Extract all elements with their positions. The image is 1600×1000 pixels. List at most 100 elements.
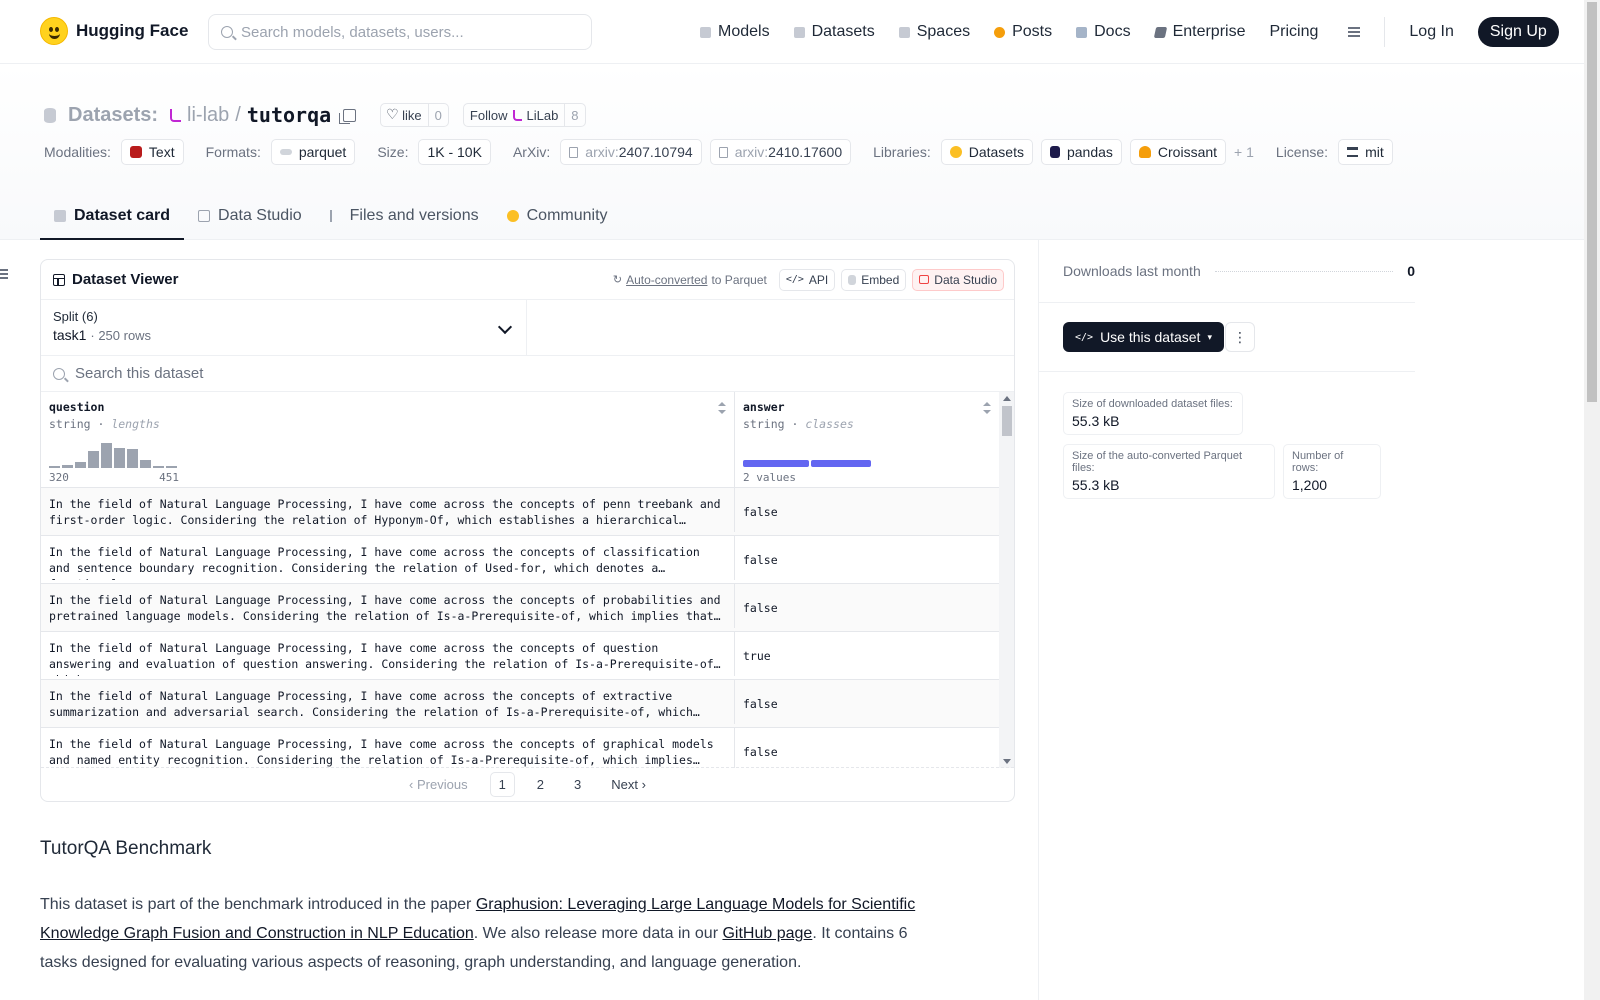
cell-answer[interactable]: false: [735, 728, 999, 768]
arxiv-chip[interactable]: arxiv:2407.10794: [560, 139, 702, 165]
histogram-range: 320 451: [49, 471, 179, 484]
library-chip-croissant[interactable]: Croissant: [1129, 139, 1227, 165]
histogram-bar: [101, 443, 112, 468]
table-header: question string · lengths 320 451 answer …: [41, 392, 999, 488]
page-scrollbar-thumb[interactable]: [1587, 2, 1597, 402]
nav-models[interactable]: Models: [700, 23, 770, 41]
chevron-down-icon: ▾: [1207, 331, 1212, 342]
nav-spaces[interactable]: Spaces: [898, 23, 970, 41]
more-menu-icon[interactable]: [1342, 26, 1361, 38]
search-icon: [221, 26, 233, 38]
global-search-input[interactable]: [241, 23, 561, 41]
table-row[interactable]: In the field of Natural Language Process…: [41, 536, 999, 584]
datasets-icon: [793, 26, 805, 38]
tab-dataset-card[interactable]: Dataset card: [40, 194, 185, 240]
cell-question[interactable]: In the field of Natural Language Process…: [41, 680, 735, 724]
dataset-viewer: Dataset Viewer ↻ Auto-converted to Parqu…: [40, 259, 1015, 802]
library-chip-datasets[interactable]: Datasets: [940, 139, 1033, 165]
table-row[interactable]: In the field of Natural Language Process…: [41, 680, 999, 728]
cell-answer[interactable]: false: [735, 680, 999, 727]
page-scrollbar[interactable]: [1584, 0, 1600, 1000]
data-studio-button[interactable]: Data Studio: [912, 268, 1004, 291]
tab-label: Data Studio: [218, 207, 302, 224]
dataset-name[interactable]: tutorqa: [247, 103, 331, 127]
like-label: like: [402, 107, 422, 123]
table-row[interactable]: In the field of Natural Language Process…: [41, 488, 999, 536]
page-button[interactable]: 3: [566, 773, 589, 796]
library-chip-pandas[interactable]: pandas: [1040, 139, 1122, 165]
copy-icon[interactable]: [339, 108, 357, 124]
tab-files-and-versions[interactable]: Files and versions: [316, 194, 493, 240]
api-button[interactable]: </> API: [778, 268, 836, 291]
table-row[interactable]: In the field of Natural Language Process…: [41, 632, 999, 680]
login-link[interactable]: Log In: [1409, 23, 1453, 41]
org-link[interactable]: li-lab: [187, 104, 229, 127]
use-this-dataset-button[interactable]: </> Use this dataset ▾: [1063, 322, 1224, 352]
cell-answer[interactable]: false: [735, 488, 999, 535]
downloads-label: Downloads last month: [1063, 263, 1201, 279]
dataset-search[interactable]: [41, 356, 1014, 392]
nav-posts[interactable]: Posts: [994, 23, 1052, 41]
histogram-bar: [114, 448, 125, 468]
cell-question[interactable]: In the field of Natural Language Process…: [41, 488, 735, 532]
org-avatar-icon: [513, 109, 523, 121]
nav-enterprise[interactable]: Enterprise: [1153, 23, 1245, 41]
table-row[interactable]: In the field of Natural Language Process…: [41, 728, 999, 768]
cell-answer[interactable]: false: [735, 536, 999, 583]
license-chip[interactable]: mit: [1338, 139, 1393, 165]
scroll-down-icon[interactable]: [1003, 759, 1011, 764]
signup-button[interactable]: Sign Up: [1477, 17, 1559, 47]
table-scrollbar[interactable]: [999, 392, 1014, 768]
brand-logo[interactable]: Hugging Face: [40, 17, 188, 45]
stat-label: Size of downloaded dataset files:: [1072, 398, 1233, 410]
previous-page-button[interactable]: ‹ Previous: [401, 773, 476, 796]
datasets-section-label[interactable]: Datasets:: [68, 104, 158, 127]
column-header-answer[interactable]: answer string · classes 2 values: [735, 392, 999, 487]
split-dropdown[interactable]: Split (6) task1 · 250 rows: [41, 300, 527, 355]
kebab-icon: ⋮: [1233, 329, 1247, 345]
dataset-tabs: Dataset card Data Studio Files and versi…: [40, 194, 622, 240]
embed-button[interactable]: Embed: [841, 268, 907, 291]
more-options-button[interactable]: ⋮: [1225, 322, 1255, 352]
libraries-more[interactable]: + 1: [1234, 144, 1254, 160]
cell-question[interactable]: In the field of Natural Language Process…: [41, 632, 735, 676]
nav-pricing[interactable]: Pricing: [1269, 23, 1318, 41]
tab-community[interactable]: Community: [493, 194, 622, 240]
follow-button[interactable]: Follow LiLab 8: [462, 103, 586, 127]
sort-icon[interactable]: [718, 402, 726, 414]
tab-label: Community: [526, 207, 608, 224]
split-value: task1 · 250 rows: [53, 327, 152, 343]
dataset-search-input[interactable]: [75, 365, 475, 382]
cell-answer[interactable]: false: [735, 584, 999, 631]
modality-chip[interactable]: Text: [120, 139, 184, 165]
github-link[interactable]: GitHub page: [722, 925, 812, 942]
downloads-stat: Downloads last month 0: [1063, 263, 1415, 279]
histogram-max: 451: [159, 471, 179, 484]
arxiv-id: 2407.10794: [618, 144, 693, 160]
page-button[interactable]: 1: [489, 772, 515, 797]
cell-answer[interactable]: true: [735, 632, 999, 679]
nav-docs[interactable]: Docs: [1076, 23, 1131, 41]
column-header-question[interactable]: question string · lengths 320 451: [41, 392, 735, 487]
page-button[interactable]: 2: [529, 773, 552, 796]
login-label: Log In: [1409, 23, 1454, 40]
table-row[interactable]: In the field of Natural Language Process…: [41, 584, 999, 632]
next-page-button[interactable]: Next ›: [603, 773, 654, 796]
sidebar-toggle-icon[interactable]: [0, 268, 10, 280]
like-button[interactable]: like 0: [380, 103, 449, 127]
sort-icon[interactable]: [983, 402, 991, 414]
global-search[interactable]: [208, 14, 592, 50]
spaces-icon: [898, 26, 910, 38]
cell-question[interactable]: In the field of Natural Language Process…: [41, 728, 735, 768]
size-chip[interactable]: 1K - 10K: [418, 139, 491, 165]
tab-data-studio[interactable]: Data Studio: [184, 194, 316, 240]
auto-converted-link[interactable]: Auto-converted: [626, 273, 707, 287]
format-chip[interactable]: parquet: [270, 139, 356, 165]
scrollbar-thumb[interactable]: [1002, 406, 1012, 436]
scroll-up-icon[interactable]: [1003, 396, 1011, 401]
cell-question[interactable]: In the field of Natural Language Process…: [41, 584, 735, 628]
cell-question[interactable]: In the field of Natural Language Process…: [41, 536, 735, 580]
nav-datasets[interactable]: Datasets: [793, 23, 875, 41]
arxiv-chip[interactable]: arxiv:2410.17600: [709, 139, 852, 165]
class-segment: [743, 460, 809, 467]
